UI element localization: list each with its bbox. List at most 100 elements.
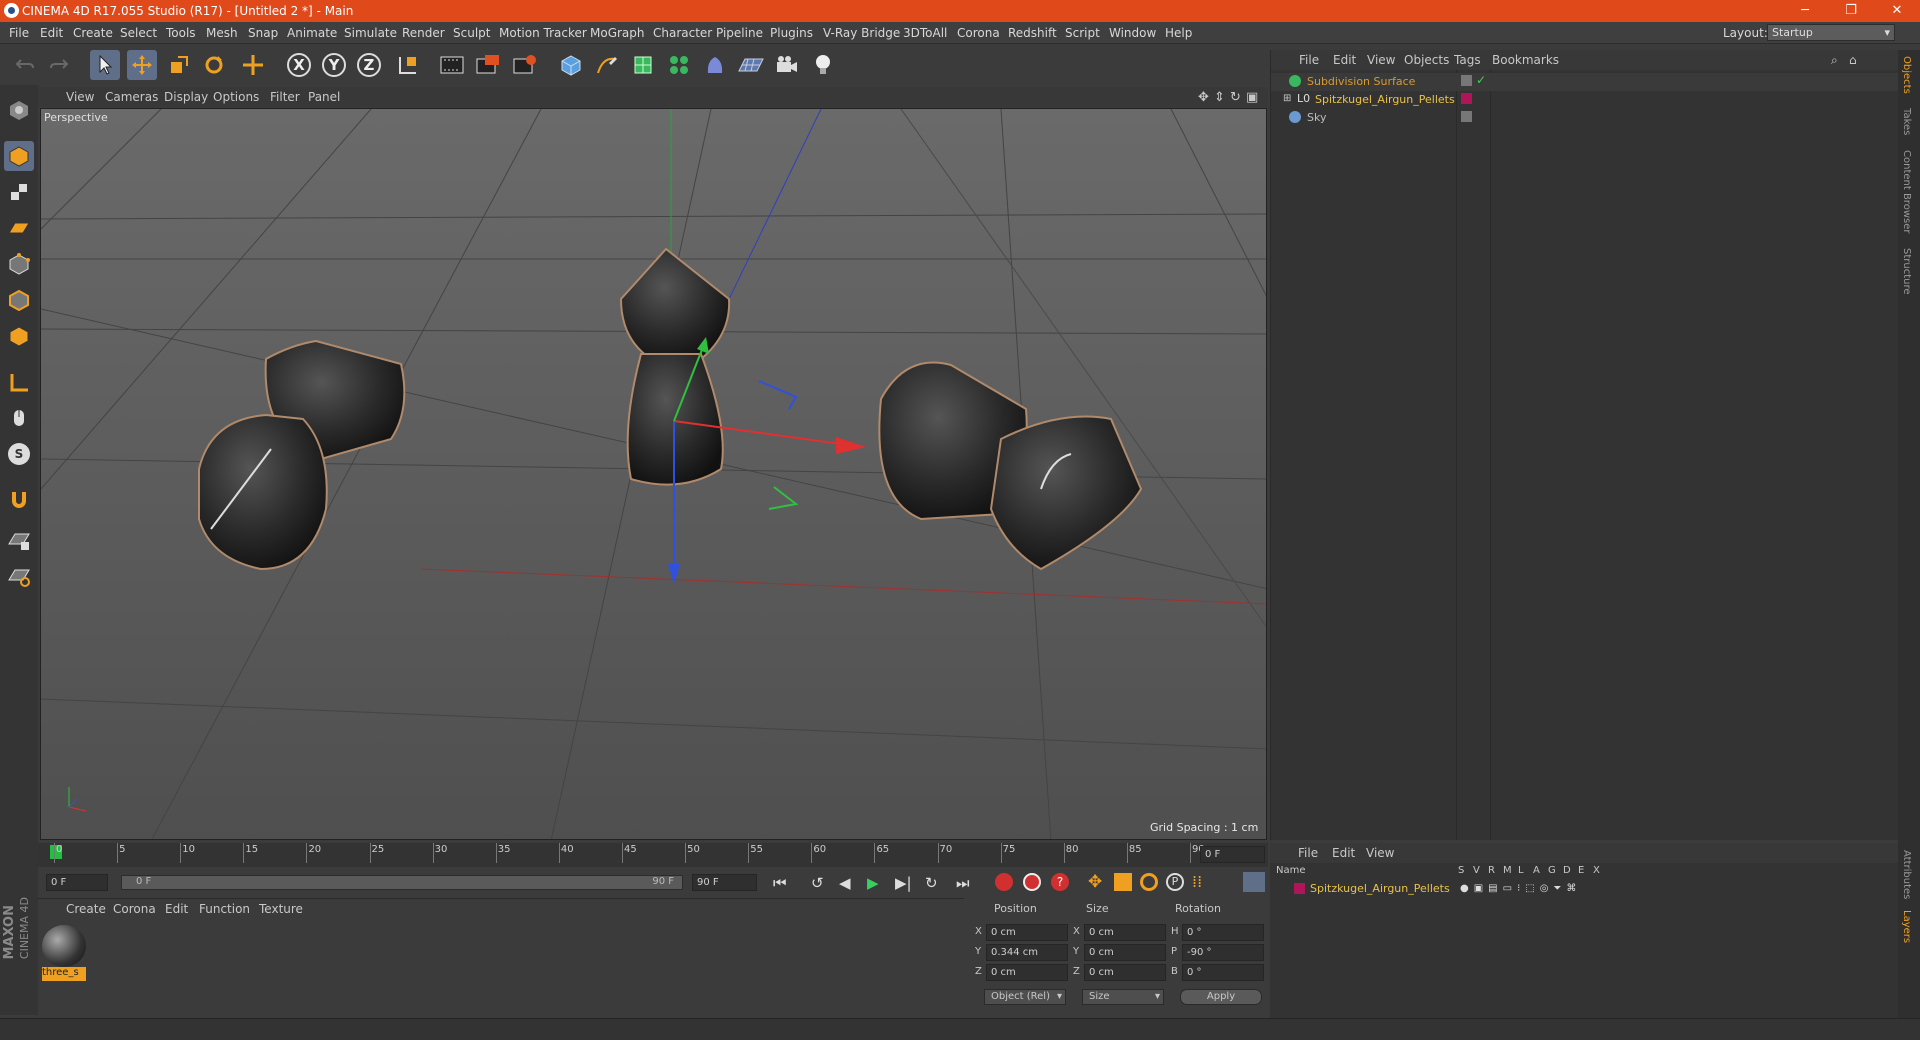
viewport-rotate-icon[interactable]: ↻ [1230, 90, 1241, 105]
expand-icon[interactable]: ⊞ [1283, 93, 1291, 104]
viewport-dolly-icon[interactable]: ⇕ [1214, 90, 1225, 105]
keyframe-selection-icon[interactable]: ? [1051, 873, 1069, 891]
floor-object-button[interactable] [736, 50, 766, 80]
snap-button[interactable]: S [4, 439, 34, 469]
menu-animate[interactable]: Animate [287, 26, 337, 40]
axis-mode-button[interactable] [4, 367, 34, 397]
coordinate-system-button[interactable] [393, 50, 423, 80]
layers-menu-view[interactable]: View [1366, 846, 1394, 860]
transform-tool-button[interactable] [238, 50, 268, 80]
menu-vray-bridge[interactable]: V-Ray Bridge [823, 26, 900, 40]
start-frame-field[interactable]: 0 F [46, 874, 108, 891]
object-row[interactable]: Sky [1271, 109, 1899, 127]
key-rotation-icon[interactable] [1140, 873, 1158, 891]
axis-y-button[interactable]: Y [319, 50, 349, 80]
key-scale-icon[interactable] [1114, 873, 1132, 891]
rotation-p-field[interactable]: -90 ° [1182, 944, 1264, 961]
menu-3dtoall[interactable]: 3DToAll [903, 26, 947, 40]
viewport-menu-display[interactable]: Display [164, 90, 208, 104]
viewport-menu-filter[interactable]: Filter [270, 90, 300, 104]
menu-mograph[interactable]: MoGraph [590, 26, 645, 40]
apply-button[interactable]: Apply [1180, 989, 1262, 1005]
viewport-menu-panel[interactable]: Panel [308, 90, 340, 104]
move-tool-button[interactable] [127, 50, 157, 80]
layer-row[interactable]: Spitzkugel_Airgun_Pellets ●▣▤▭⁝⬚◎⏷⌘ [1270, 881, 1898, 897]
render-settings-button[interactable] [510, 50, 540, 80]
menu-redshift[interactable]: Redshift [1008, 26, 1057, 40]
step-forward-icon[interactable]: ▶| [895, 874, 912, 892]
position-x-field[interactable]: 0 cm [986, 924, 1068, 941]
menu-character[interactable]: Character [653, 26, 712, 40]
objects-menu-objects[interactable]: Objects [1404, 53, 1449, 67]
viewport-pan-icon[interactable]: ✥ [1198, 90, 1209, 105]
objects-menu-file[interactable]: File [1299, 53, 1319, 67]
texture-mode-button[interactable] [4, 177, 34, 207]
material-menu-edit[interactable]: Edit [165, 902, 188, 916]
layers-menu-edit[interactable]: Edit [1332, 846, 1355, 860]
autokey-icon[interactable] [1023, 873, 1041, 891]
rotate-tool-button[interactable] [199, 50, 229, 80]
axis-x-button[interactable]: X [284, 50, 314, 80]
key-point-level-icon[interactable]: ⁞⁞ [1192, 872, 1202, 891]
menu-simulate[interactable]: Simulate [344, 26, 397, 40]
menu-select[interactable]: Select [120, 26, 157, 40]
tab-attributes[interactable]: Attributes [1901, 850, 1912, 899]
timeline-window-icon[interactable] [1243, 872, 1265, 892]
material-menu-create[interactable]: Create [66, 902, 106, 916]
menu-window[interactable]: Window [1109, 26, 1156, 40]
render-view-button[interactable] [437, 50, 467, 80]
viewport-menu-options[interactable]: Options [213, 90, 259, 104]
menu-file[interactable]: File [9, 26, 29, 40]
viewport-menu-view[interactable]: View [66, 90, 94, 104]
workplane-lock-button[interactable] [4, 525, 34, 555]
subdivision-surface-button[interactable] [628, 50, 658, 80]
objects-menu-bookmarks[interactable]: Bookmarks [1492, 53, 1559, 67]
mograph-cloner-button[interactable] [664, 50, 694, 80]
coordinate-mode-select[interactable]: Object (Rel) ▾ [984, 989, 1066, 1005]
scale-tool-button[interactable] [164, 50, 194, 80]
go-to-start-icon[interactable]: ⏮ [773, 874, 787, 892]
rotation-h-field[interactable]: 0 ° [1182, 924, 1264, 941]
layer-color-swatch[interactable] [1461, 93, 1472, 104]
checkmark-icon[interactable]: ✓ [1476, 73, 1486, 87]
close-button[interactable]: ✕ [1874, 0, 1920, 22]
points-mode-button[interactable] [4, 249, 34, 279]
camera-object-button[interactable] [772, 50, 802, 80]
material-thumbnail[interactable] [42, 925, 86, 967]
menu-snap[interactable]: Snap [248, 26, 278, 40]
polygons-mode-button[interactable] [4, 321, 34, 351]
prev-key-icon[interactable]: ↺ [811, 874, 824, 892]
play-icon[interactable]: ▶ [867, 874, 879, 892]
render-to-picture-viewer-button[interactable] [473, 50, 503, 80]
layer-color-swatch[interactable] [1294, 883, 1305, 894]
light-object-button[interactable] [808, 50, 838, 80]
redo-button[interactable] [44, 50, 74, 80]
material-name-label[interactable]: three_s [42, 967, 86, 981]
material-menu-corona[interactable]: Corona [113, 902, 156, 916]
menu-motion-tracker[interactable]: Motion Tracker [499, 26, 587, 40]
objects-menu-view[interactable]: View [1367, 53, 1395, 67]
model-mode-button[interactable] [4, 141, 34, 171]
step-back-icon[interactable]: ◀ [839, 874, 851, 892]
perspective-viewport[interactable] [40, 108, 1267, 840]
viewport-menu-cameras[interactable]: Cameras [105, 90, 158, 104]
timeline-ruler[interactable]: 0 5 10 15 20 25 30 35 40 45 50 55 60 65 70 75 80 85 90 0 F [38, 843, 1268, 867]
layer-toggle-icons[interactable]: ●▣▤▭⁝⬚◎⏷⌘ [1460, 883, 1581, 894]
deformer-button[interactable] [700, 50, 730, 80]
menu-render[interactable]: Render [402, 26, 445, 40]
size-z-field[interactable]: 0 cm [1084, 964, 1166, 981]
go-to-end-icon[interactable]: ⏭ [956, 874, 970, 892]
layers-menu-file[interactable]: File [1298, 846, 1318, 860]
size-x-field[interactable]: 0 cm [1084, 924, 1166, 941]
tab-content-browser[interactable]: Content Browser [1901, 150, 1912, 233]
menu-corona[interactable]: Corona [957, 26, 1000, 40]
object-row[interactable]: Subdivision Surface ✓ [1271, 73, 1899, 91]
tab-objects[interactable]: Objects [1901, 56, 1912, 94]
preview-range-slider[interactable]: 0 F 90 F [121, 875, 683, 890]
undo-button[interactable] [10, 50, 40, 80]
end-frame-field[interactable]: 90 F [692, 874, 757, 891]
material-menu-texture[interactable]: Texture [259, 902, 303, 916]
rotation-b-field[interactable]: 0 ° [1182, 964, 1264, 981]
restore-button[interactable]: ❐ [1828, 0, 1874, 22]
object-row[interactable]: ⊞ L0 Spitzkugel_Airgun_Pellets [1271, 91, 1899, 109]
